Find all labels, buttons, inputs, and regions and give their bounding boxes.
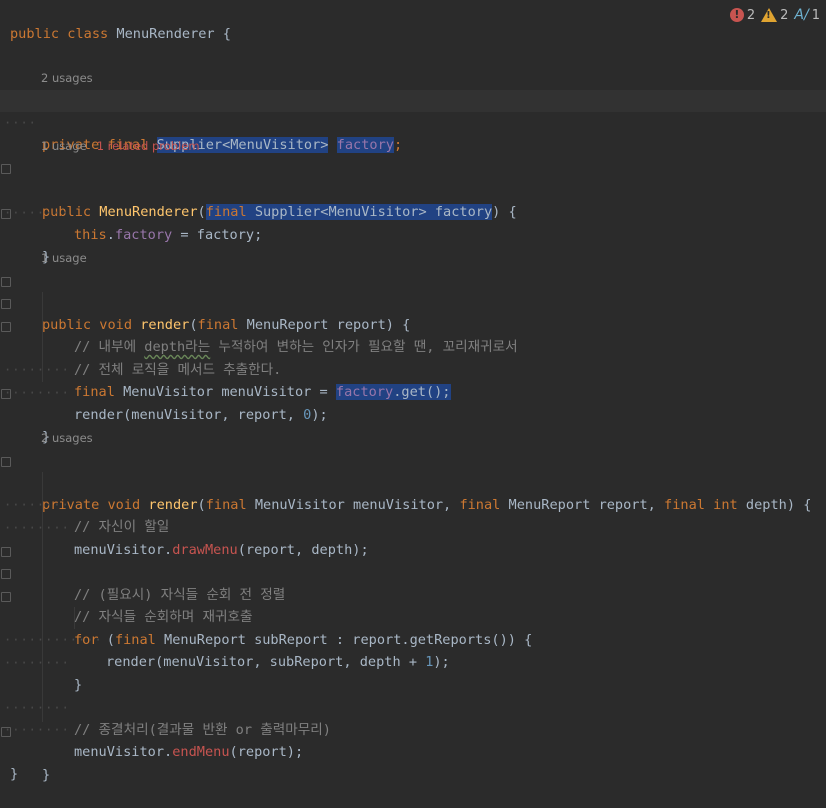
usages-hint[interactable]: 1 usage 1 related problem xyxy=(41,138,200,154)
fold-icon[interactable] xyxy=(1,299,11,309)
comment-line[interactable]: // (필요시) 자식들 순회 전 정렬 xyxy=(0,540,826,603)
usages-hint[interactable]: 2 usages xyxy=(41,70,93,86)
comment-line[interactable]: ········ // 종결처리(결과물 반환 or 출력마무리) xyxy=(0,675,826,738)
constructor-line[interactable]: public MenuRenderer(final Supplier<MenuV… xyxy=(0,157,826,220)
code-line[interactable]: ········ menuVisitor.drawMenu(report, de… xyxy=(0,495,826,558)
code-line[interactable]: ········ menuVisitor.endMenu(report); xyxy=(0,697,826,760)
comment-line[interactable]: ········ // 자신이 할일 xyxy=(0,472,826,535)
warning-count[interactable]: ! 2 xyxy=(761,8,788,23)
closing-brace-line[interactable]: } xyxy=(0,202,826,265)
fold-icon[interactable] xyxy=(1,164,11,174)
comment-line[interactable]: // 전체 로직을 메서드 추출한다. xyxy=(0,315,826,378)
warning-icon: ! xyxy=(761,8,778,22)
for-loop-line[interactable]: for (final MenuReport subReport : report… xyxy=(0,585,826,648)
constructor-body-line[interactable]: ········ this.factory = factory; xyxy=(0,180,826,243)
closing-brace-line[interactable]: } xyxy=(0,720,826,783)
typo-icon: A/ xyxy=(794,7,809,23)
fold-icon[interactable] xyxy=(1,727,11,737)
field-line[interactable]: ···· private final Supplier<MenuVisitor>… xyxy=(0,90,826,153)
error-icon: ! xyxy=(729,8,744,22)
fold-icon[interactable] xyxy=(1,277,11,287)
fold-icon[interactable] xyxy=(1,457,11,467)
fold-icon[interactable] xyxy=(1,592,11,602)
class-name: MenuRenderer xyxy=(116,26,215,42)
related-problem-link[interactable]: 1 related problem xyxy=(97,139,200,153)
fold-icon[interactable] xyxy=(1,569,11,579)
fold-icon[interactable] xyxy=(1,209,11,219)
method-render-line[interactable]: private void render(final MenuVisitor me… xyxy=(0,450,826,513)
class-declaration-line[interactable]: public class MenuRenderer { xyxy=(0,1,826,42)
code-line[interactable]: ········ final MenuVisitor menuVisitor =… xyxy=(0,337,826,400)
keyword: class xyxy=(67,26,109,42)
usages-hint[interactable]: 1 usage xyxy=(41,250,87,266)
comment-line[interactable]: // 자식들 순회하며 재귀호출 xyxy=(0,562,826,625)
closing-brace-line[interactable]: } xyxy=(0,382,826,445)
keyword: public xyxy=(10,26,60,42)
error-count[interactable]: ! 2 xyxy=(729,8,755,23)
method-render-line[interactable]: public void render(final MenuReport repo… xyxy=(0,270,826,333)
usages-hint[interactable]: 2 usages xyxy=(41,430,93,446)
closing-brace-line[interactable]: } xyxy=(0,741,826,782)
closing-brace-line[interactable]: ········ } xyxy=(0,630,826,693)
fold-icon[interactable] xyxy=(1,389,11,399)
comment-line[interactable]: // 내부에 depth라는 누적하여 변하는 인자가 필요할 땐, 꼬리재귀로… xyxy=(0,292,826,355)
fold-icon[interactable] xyxy=(1,547,11,557)
code-line[interactable]: ············ render(menuVisitor, subRepo… xyxy=(0,607,826,670)
fold-icon[interactable] xyxy=(1,322,11,332)
code-editor[interactable]: public class MenuRenderer { ! 2 ! 2 A/ 1… xyxy=(0,0,826,783)
selected-field: factory xyxy=(336,137,394,153)
code-line[interactable]: ········ render(menuVisitor, report, 0); xyxy=(0,360,826,423)
typo-count[interactable]: A/ 1 xyxy=(794,7,820,23)
inspection-status[interactable]: ! 2 ! 2 A/ 1 xyxy=(729,6,820,24)
